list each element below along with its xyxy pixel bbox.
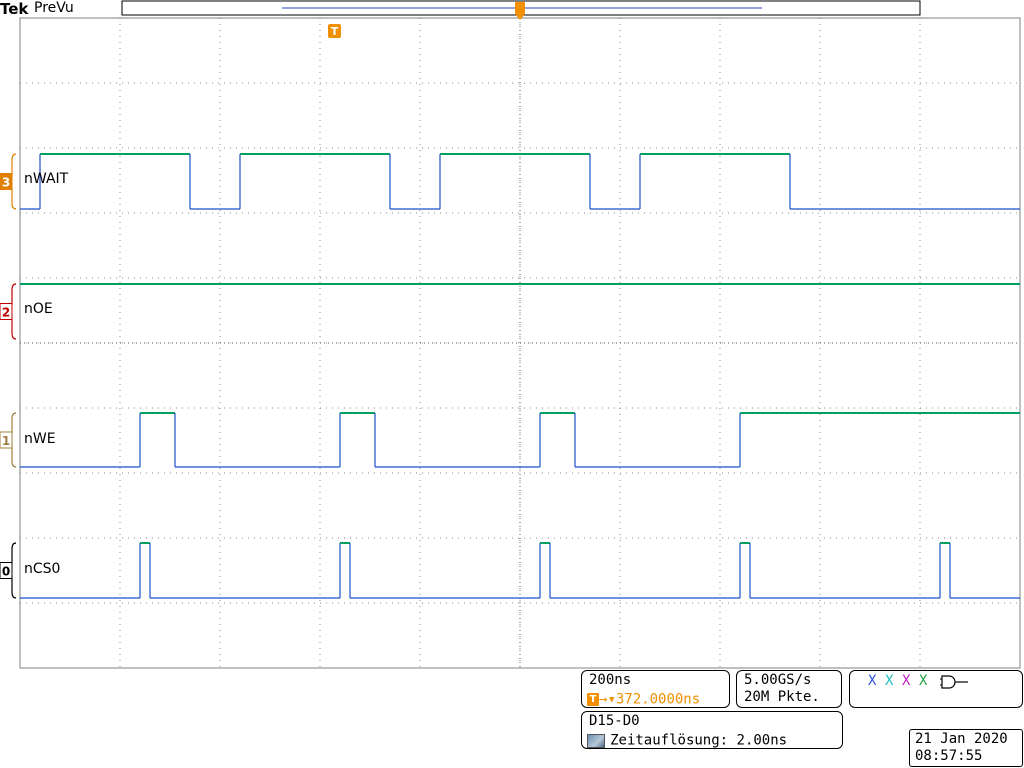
channel-label-nwe: nWE <box>24 431 56 447</box>
marker-x-2: X <box>885 673 894 689</box>
channel-number-ch1: 1 <box>2 434 10 448</box>
bus-box[interactable]: D15-D0 Zeitauflösung: 2.00ns <box>581 711 843 749</box>
record-length: 20M Pkte. <box>744 689 820 705</box>
and-gate-icon <box>940 675 968 689</box>
channel-label-noe: nOE <box>24 301 53 317</box>
resolution-icon <box>587 733 605 748</box>
trigger-time-marker[interactable]: T <box>328 24 341 38</box>
trigger-t-icon: T <box>587 693 599 706</box>
channel-markers: 3 2 1 0 <box>0 153 17 599</box>
timebase-box[interactable]: 200ns T →▾372.0000ns <box>581 670 730 708</box>
channel-label-ncs0: nCS0 <box>24 561 61 577</box>
channel-number-ch2: 2 <box>2 306 10 320</box>
trigger-time-marker-label: T <box>331 25 339 38</box>
trigger-position-marker[interactable] <box>515 2 525 20</box>
trigger-position-row: T →▾372.0000ns <box>587 689 701 708</box>
channel-number-ch3: 3 <box>2 176 10 190</box>
waveform-traces <box>20 153 1020 599</box>
marker-x-3: X <box>902 673 911 689</box>
time: 08:57:55 <box>915 748 983 764</box>
datetime-box: 21 Jan 2020 08:57:55 <box>909 729 1023 767</box>
oscilloscope-display: 3 2 1 0 T <box>0 0 1021 669</box>
channel-number-ch0: 0 <box>2 565 10 579</box>
timebase-value: 200ns <box>589 672 632 688</box>
resolution-row: Zeitauflösung: 2.00ns <box>587 730 787 749</box>
marker-x-4: X <box>919 673 928 689</box>
graticule <box>19 17 1021 669</box>
marker-x-1: X <box>868 673 877 689</box>
trigger-setup-box[interactable]: X X X X <box>849 670 1023 708</box>
trigger-position-value: ▾372.0000ns <box>607 691 701 708</box>
sample-rate: 5.00GS/s <box>744 672 812 688</box>
brand-logo: Tek <box>0 0 29 18</box>
acquisition-box[interactable]: 5.00GS/s 20M Pkte. <box>736 670 842 708</box>
date: 21 Jan 2020 <box>915 731 1008 747</box>
bus-name: D15-D0 <box>589 713 640 729</box>
resolution-value: Zeitauflösung: 2.00ns <box>610 732 788 749</box>
acquisition-mode: PreVu <box>34 0 74 16</box>
channel-label-nwait: nWAIT <box>24 171 69 187</box>
